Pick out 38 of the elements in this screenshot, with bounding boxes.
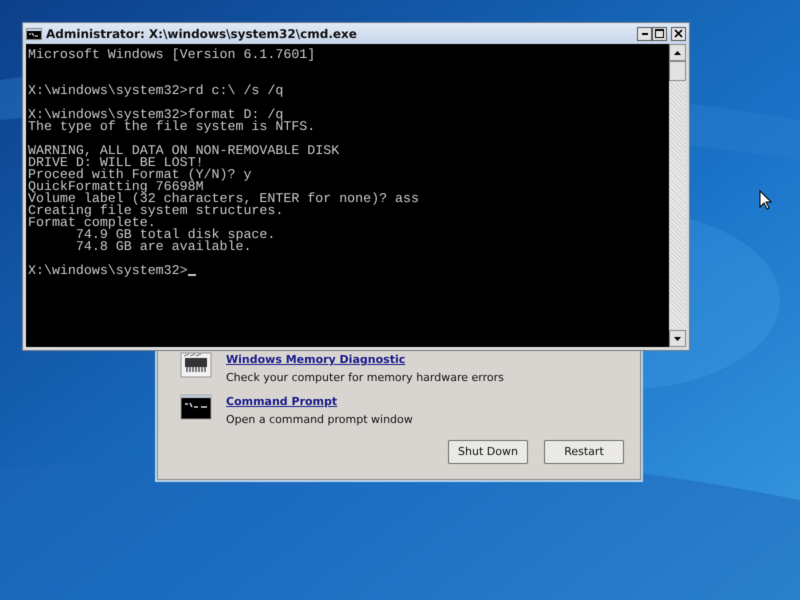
scrollbar[interactable] [669,44,686,347]
maximize-button[interactable] [652,26,667,40]
console-line: WARNING, ALL DATA ON NON-REMOVABLE DISK [28,145,340,157]
console-line: X:\windows\system32>format D: /q [28,109,284,121]
tool-description: Open a command prompt window [226,412,413,428]
console-line: QuickFormatting 76698M [28,181,204,193]
close-button[interactable] [671,26,686,40]
console-line: Microsoft Windows [Version 6.1.7601] [28,49,316,61]
close-icon [674,29,683,38]
mouse-pointer-icon [759,190,772,210]
tool-link[interactable]: Windows Memory Diagnostic [226,352,406,368]
console-line: X:\windows\system32>rd c:\ /s /q [28,85,284,97]
command-prompt: X:\windows\system32> [28,265,188,277]
console-line: The type of the file system is NTFS. [28,121,316,133]
console-line: DRIVE D: WILL BE LOST! [28,157,204,169]
scroll-up-button[interactable] [669,44,686,61]
down-arrow-icon [674,336,681,340]
minimize-icon [642,32,648,34]
console-line: Volume label (32 characters, ENTER for none)? ass [28,193,420,205]
console-line: Creating file system structures. [28,205,284,217]
tool-link[interactable]: Command Prompt [226,394,338,410]
console-line: 74.8 GB are available. [74,241,252,253]
memory-chip-icon [180,352,212,378]
dialog-button[interactable]: Shut Down [448,440,528,464]
console-line: Proceed with Format (Y/N)? y [28,169,252,181]
minimize-button[interactable] [637,26,652,40]
console-app-icon [26,28,42,40]
maximize-icon [655,29,664,38]
tool-description: Check your computer for memory hardware errors [226,370,504,386]
up-arrow-icon [674,50,681,54]
console-line: Format complete. [28,217,156,229]
scroll-down-button[interactable] [669,330,686,347]
dialog-button[interactable]: Restart [544,440,624,464]
command-prompt-icon [180,394,212,420]
console-line: 74.9 GB total disk space. [74,229,276,241]
window-title: Administrator: X:\windows\system32\cmd.exe [46,26,358,42]
text-cursor [188,274,196,276]
scroll-thumb[interactable] [669,61,686,81]
